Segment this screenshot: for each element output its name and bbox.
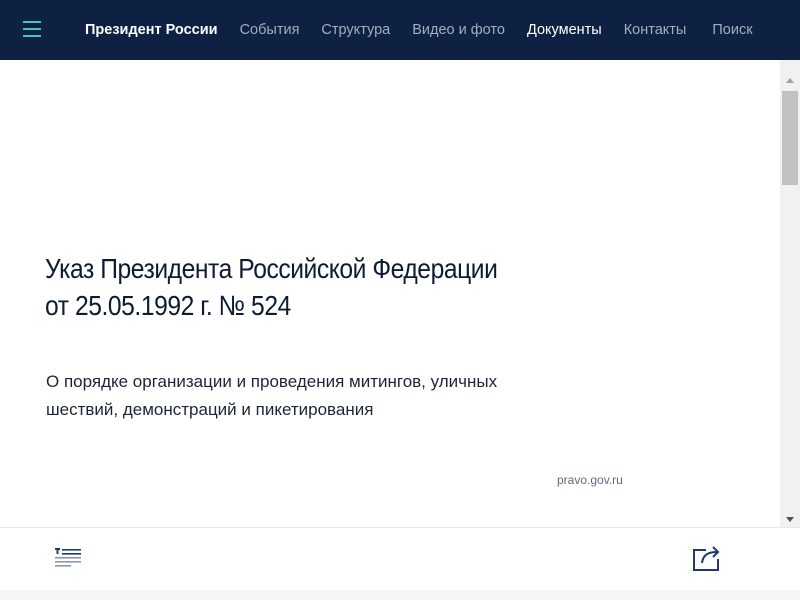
nav-search-link[interactable]: Поиск <box>712 22 752 38</box>
main-nav: Президент России События Структура Видео… <box>85 0 775 60</box>
document-toolbar <box>0 527 800 590</box>
document-title: Указ Президента Российской Федерации от … <box>45 250 573 324</box>
document-subtitle-line-2: шествий, демонстраций и пикетирования <box>46 400 374 419</box>
nav-item-documents[interactable]: Документы <box>527 22 602 38</box>
document-title-line-2: от 25.05.1992 г. № 524 <box>45 290 291 321</box>
scrollbar-thumb[interactable] <box>782 91 798 185</box>
document-subtitle: О порядке организации и проведения митин… <box>46 368 606 424</box>
share-icon[interactable] <box>692 544 722 572</box>
nav-brand-link[interactable]: Президент России <box>85 22 218 38</box>
page-footer-strip <box>0 590 800 600</box>
document-content: Указ Президента Российской Федерации от … <box>0 60 780 527</box>
table-of-contents-icon[interactable] <box>55 548 83 570</box>
nav-item-events[interactable]: События <box>240 22 300 38</box>
top-navigation-bar: Президент России События Структура Видео… <box>0 0 800 60</box>
nav-item-contacts[interactable]: Контакты <box>624 22 687 38</box>
document-source: pravo.gov.ru <box>557 473 623 487</box>
vertical-scrollbar[interactable] <box>780 60 800 527</box>
scroll-up-arrow-icon[interactable] <box>780 72 800 88</box>
scroll-down-arrow-icon[interactable] <box>780 511 800 527</box>
document-title-line-1: Указ Президента Российской Федерации <box>45 253 498 284</box>
document-subtitle-line-1: О порядке организации и проведения митин… <box>46 372 498 391</box>
nav-item-structure[interactable]: Структура <box>321 22 390 38</box>
nav-item-video-photo[interactable]: Видео и фото <box>412 22 505 38</box>
hamburger-menu-icon[interactable] <box>23 20 41 38</box>
